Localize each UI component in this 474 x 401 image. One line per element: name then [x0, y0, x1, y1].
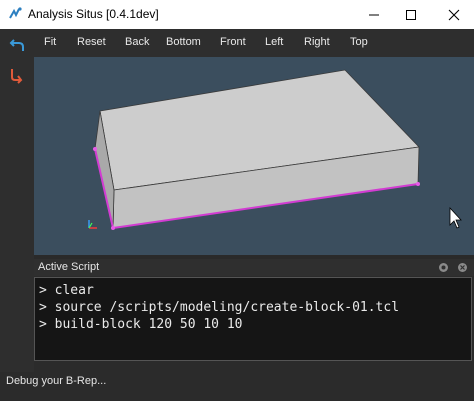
left-toolbar — [0, 29, 34, 372]
close-icon — [448, 9, 460, 20]
console-line: > clear — [39, 283, 94, 298]
maximize-icon — [406, 9, 416, 20]
maximize-button[interactable] — [391, 0, 431, 29]
close-button[interactable] — [434, 0, 474, 29]
active-script-header: Active Script — [34, 259, 474, 276]
title-bar: Analysis Situs [0.4.1dev] — [0, 0, 474, 29]
back-button[interactable]: Back — [125, 36, 149, 48]
bottom-button[interactable]: Bottom — [166, 36, 201, 48]
panel-title: Active Script — [38, 261, 100, 273]
fit-button[interactable]: Fit — [44, 36, 56, 48]
status-bar: Debug your B-Rep... — [0, 372, 474, 401]
front-button[interactable]: Front — [220, 36, 246, 48]
console-line: > source /scripts/modeling/create-block-… — [39, 300, 400, 315]
redo-arrow-icon[interactable] — [8, 66, 26, 84]
left-button[interactable]: Left — [265, 36, 283, 48]
analysis-situs-logo-icon — [9, 7, 22, 19]
minimize-button[interactable] — [354, 0, 394, 29]
view-toolbar: Fit Reset Back Bottom Front Left Right T… — [34, 29, 474, 57]
block-shape — [88, 69, 462, 230]
console-line: > build-block 120 50 10 10 — [39, 317, 243, 332]
undo-arrow-icon[interactable] — [8, 36, 26, 54]
axis-triad-icon — [88, 220, 97, 229]
3d-viewport[interactable] — [34, 57, 474, 255]
status-text: Debug your B-Rep... — [6, 375, 107, 387]
top-button[interactable]: Top — [350, 36, 368, 48]
right-button[interactable]: Right — [304, 36, 330, 48]
mouse-cursor-icon — [449, 206, 462, 229]
panel-close-icon[interactable] — [457, 262, 468, 273]
script-console[interactable]: > clear > source /scripts/modeling/creat… — [34, 277, 472, 361]
panel-float-icon[interactable] — [438, 262, 449, 273]
window-title: Analysis Situs [0.4.1dev] — [28, 7, 159, 21]
reset-button[interactable]: Reset — [77, 36, 106, 48]
minimize-icon — [369, 14, 379, 15]
